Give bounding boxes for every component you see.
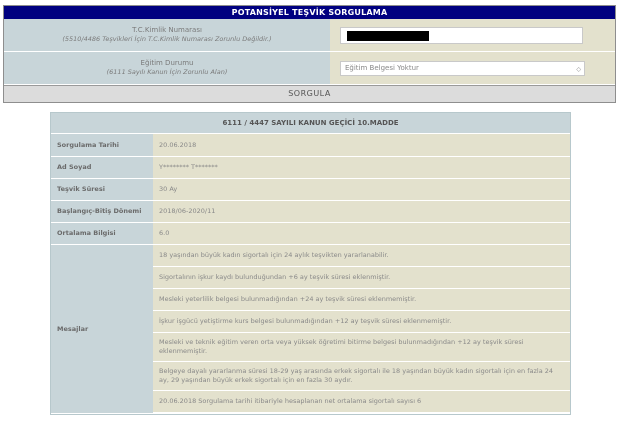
tc-label-cell: T.C.Kimlik Numarası (5510/4486 Teşvikler… (4, 19, 330, 51)
message-item: 18 yaşından büyük kadın sigortalı için 2… (153, 244, 570, 267)
tc-input-cell (330, 19, 615, 51)
row-value: 6.0 (153, 222, 570, 245)
row-value: 30 Ay (153, 178, 570, 201)
education-select-cell: Eğitim Belgesi Yoktur ◇ (330, 52, 615, 84)
messages-label: Mesajlar (51, 244, 153, 414)
redacted-value (347, 30, 429, 41)
messages-row: Mesajlar 18 yaşından büyük kadın sigorta… (51, 244, 570, 414)
results-table: Sorgulama Tarihi 20.06.2018 Ad Soyad Y**… (51, 134, 570, 414)
education-row: Eğitim Durumu (6111 Sayılı Kanun İçin Zo… (4, 52, 615, 85)
row-value: 2018/06-2020/11 (153, 200, 570, 223)
row-label: Ortalama Bilgisi (51, 222, 153, 245)
query-button[interactable]: SORGULA (4, 85, 615, 102)
message-item: 20.06.2018 Sorgulama tarihi itibariyle h… (153, 390, 570, 413)
message-item: Mesleki yeterlilik belgesi bulunmadığınd… (153, 288, 570, 311)
row-label: Teşvik Süresi (51, 178, 153, 201)
education-label: Eğitim Durumu (140, 59, 194, 67)
education-select[interactable]: Eğitim Belgesi Yoktur ◇ (340, 60, 585, 76)
tc-note: (5510/4486 Teşvikleri İçin T.C.Kimlik Nu… (62, 35, 272, 43)
message-item: Sigortalının işkur kaydı bulunduğundan +… (153, 266, 570, 289)
results-header: 6111 / 4447 SAYILI KANUN GEÇİCİ 10.MADDE (51, 113, 570, 134)
education-label-cell: Eğitim Durumu (6111 Sayılı Kanun İçin Zo… (4, 52, 330, 84)
message-item: Mesleki ve teknik eğitim veren orta veya… (153, 332, 570, 362)
tc-input[interactable] (340, 26, 583, 44)
select-arrows-icon: ◇ (576, 65, 581, 73)
row-label: Başlangıç-Bitiş Dönemi (51, 200, 153, 223)
incentive-query-panel: POTANSİYEL TEŞVİK SORGULAMA T.C.Kimlik N… (3, 5, 616, 103)
results-panel: 6111 / 4447 SAYILI KANUN GEÇİCİ 10.MADDE… (50, 112, 571, 415)
messages-cell: 18 yaşından büyük kadın sigortalı için 2… (153, 244, 570, 414)
message-item: Belgeye dayalı yararlanma süresi 18-29 y… (153, 361, 570, 391)
table-row: Ortalama Bilgisi 6.0 (51, 222, 570, 245)
table-row: Başlangıç-Bitiş Dönemi 2018/06-2020/11 (51, 200, 570, 223)
table-row: Teşvik Süresi 30 Ay (51, 178, 570, 201)
row-label: Sorgulama Tarihi (51, 134, 153, 157)
table-row: Sorgulama Tarihi 20.06.2018 (51, 134, 570, 157)
row-label: Ad Soyad (51, 156, 153, 179)
row-value: Y******** T******* (153, 156, 570, 179)
table-row: Ad Soyad Y******** T******* (51, 156, 570, 179)
row-value: 20.06.2018 (153, 134, 570, 157)
message-item: İşkur işgücü yetiştirme kurs belgesi bul… (153, 310, 570, 333)
panel-title: POTANSİYEL TEŞVİK SORGULAMA (4, 6, 615, 19)
tc-label: T.C.Kimlik Numarası (132, 26, 202, 34)
education-selected-value: Eğitim Belgesi Yoktur (345, 63, 419, 72)
tc-row: T.C.Kimlik Numarası (5510/4486 Teşvikler… (4, 19, 615, 52)
education-note: (6111 Sayılı Kanun İçin Zorunlu Alan) (106, 68, 228, 76)
